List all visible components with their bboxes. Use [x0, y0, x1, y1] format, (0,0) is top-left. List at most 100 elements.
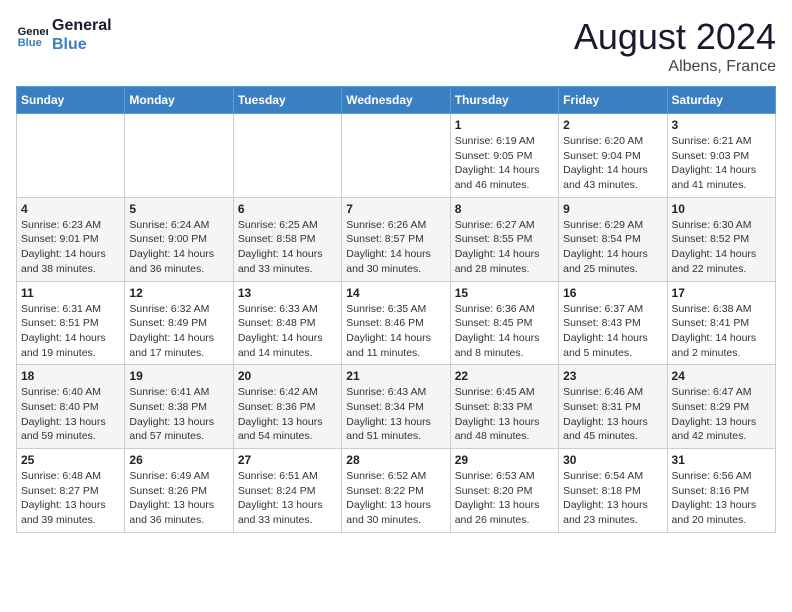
calendar-cell: 28 Sunrise: 6:52 AM Sunset: 8:22 PM Dayli…: [342, 449, 450, 533]
day-number: 29: [455, 453, 554, 467]
calendar-cell: 29Sunrise: 6:53 AM Sunset: 8:20 PM Dayli…: [450, 449, 558, 533]
weekday-header-saturday: Saturday: [667, 87, 775, 114]
day-number: 4: [21, 202, 120, 216]
title-block: August 2024 Albens, France: [574, 16, 776, 76]
day-info: Sunrise: 6:35 AM Sunset: 8:46 PM Dayligh…: [346, 302, 445, 361]
day-number: 22: [455, 369, 554, 383]
day-info: Sunrise: 6:38 AM Sunset: 8:41 PM Dayligh…: [672, 302, 771, 361]
day-info: Sunrise: 6:49 AM Sunset: 8:26 PM Dayligh…: [129, 469, 228, 528]
day-number: 20: [238, 369, 337, 383]
day-info: Sunrise: 6:41 AM Sunset: 8:38 PM Dayligh…: [129, 385, 228, 444]
calendar-cell: 23 Sunrise: 6:46 AM Sunset: 8:31 PM Dayli…: [559, 365, 667, 449]
day-info: Sunrise: 6:23 AM Sunset: 9:01 PM Dayligh…: [21, 218, 120, 277]
day-number: 26: [129, 453, 228, 467]
calendar-cell: 25Sunrise: 6:48 AM Sunset: 8:27 PM Dayli…: [17, 449, 125, 533]
calendar-cell: 9 Sunrise: 6:29 AM Sunset: 8:54 PM Daylig…: [559, 197, 667, 281]
calendar-cell: 31Sunrise: 6:56 AM Sunset: 8:16 PM Dayli…: [667, 449, 775, 533]
day-number: 18: [21, 369, 120, 383]
calendar-cell: 5Sunrise: 6:24 AM Sunset: 9:00 PM Daylig…: [125, 197, 233, 281]
calendar-cell: 12 Sunrise: 6:32 AM Sunset: 8:49 PM Dayli…: [125, 281, 233, 365]
day-number: 12: [129, 286, 228, 300]
calendar-cell: [125, 114, 233, 198]
day-number: 27: [238, 453, 337, 467]
day-info: Sunrise: 6:30 AM Sunset: 8:52 PM Dayligh…: [672, 218, 771, 277]
day-info: Sunrise: 6:29 AM Sunset: 8:54 PM Dayligh…: [563, 218, 662, 277]
day-number: 7: [346, 202, 445, 216]
day-number: 9: [563, 202, 662, 216]
day-info: Sunrise: 6:43 AM Sunset: 8:34 PM Dayligh…: [346, 385, 445, 444]
day-info: Sunrise: 6:19 AM Sunset: 9:05 PM Dayligh…: [455, 134, 554, 193]
calendar-cell: 18 Sunrise: 6:40 AM Sunset: 8:40 PM Dayli…: [17, 365, 125, 449]
day-info: Sunrise: 6:51 AM Sunset: 8:24 PM Dayligh…: [238, 469, 337, 528]
day-number: 8: [455, 202, 554, 216]
calendar-header-row: SundayMondayTuesdayWednesdayThursdayFrid…: [17, 87, 776, 114]
day-info: Sunrise: 6:54 AM Sunset: 8:18 PM Dayligh…: [563, 469, 662, 528]
logo: General Blue General Blue: [16, 16, 112, 54]
day-number: 3: [672, 118, 771, 132]
calendar-cell: 8 Sunrise: 6:27 AM Sunset: 8:55 PM Daylig…: [450, 197, 558, 281]
calendar-cell: 16Sunrise: 6:37 AM Sunset: 8:43 PM Dayli…: [559, 281, 667, 365]
calendar-week-row: 4 Sunrise: 6:23 AM Sunset: 9:01 PM Daylig…: [17, 197, 776, 281]
calendar-cell: [233, 114, 341, 198]
day-info: Sunrise: 6:46 AM Sunset: 8:31 PM Dayligh…: [563, 385, 662, 444]
calendar-cell: 22 Sunrise: 6:45 AM Sunset: 8:33 PM Dayli…: [450, 365, 558, 449]
weekday-header-sunday: Sunday: [17, 87, 125, 114]
calendar-week-row: 1Sunrise: 6:19 AM Sunset: 9:05 PM Daylig…: [17, 114, 776, 198]
day-info: Sunrise: 6:27 AM Sunset: 8:55 PM Dayligh…: [455, 218, 554, 277]
day-info: Sunrise: 6:52 AM Sunset: 8:22 PM Dayligh…: [346, 469, 445, 528]
day-info: Sunrise: 6:40 AM Sunset: 8:40 PM Dayligh…: [21, 385, 120, 444]
calendar-cell: 21 Sunrise: 6:43 AM Sunset: 8:34 PM Dayli…: [342, 365, 450, 449]
calendar-week-row: 25Sunrise: 6:48 AM Sunset: 8:27 PM Dayli…: [17, 449, 776, 533]
day-number: 21: [346, 369, 445, 383]
day-info: Sunrise: 6:26 AM Sunset: 8:57 PM Dayligh…: [346, 218, 445, 277]
calendar-cell: [17, 114, 125, 198]
day-info: Sunrise: 6:31 AM Sunset: 8:51 PM Dayligh…: [21, 302, 120, 361]
svg-text:Blue: Blue: [18, 37, 42, 49]
day-number: 23: [563, 369, 662, 383]
calendar-cell: [342, 114, 450, 198]
svg-text:General: General: [18, 26, 48, 38]
calendar-cell: 11Sunrise: 6:31 AM Sunset: 8:51 PM Dayli…: [17, 281, 125, 365]
calendar-cell: 14 Sunrise: 6:35 AM Sunset: 8:46 PM Dayli…: [342, 281, 450, 365]
calendar-cell: 3Sunrise: 6:21 AM Sunset: 9:03 PM Daylig…: [667, 114, 775, 198]
day-info: Sunrise: 6:32 AM Sunset: 8:49 PM Dayligh…: [129, 302, 228, 361]
calendar-cell: 15Sunrise: 6:36 AM Sunset: 8:45 PM Dayli…: [450, 281, 558, 365]
calendar-cell: 30 Sunrise: 6:54 AM Sunset: 8:18 PM Dayli…: [559, 449, 667, 533]
day-number: 14: [346, 286, 445, 300]
calendar-cell: 19 Sunrise: 6:41 AM Sunset: 8:38 PM Dayli…: [125, 365, 233, 449]
day-number: 2: [563, 118, 662, 132]
calendar-cell: 1Sunrise: 6:19 AM Sunset: 9:05 PM Daylig…: [450, 114, 558, 198]
day-number: 15: [455, 286, 554, 300]
day-number: 24: [672, 369, 771, 383]
day-info: Sunrise: 6:24 AM Sunset: 9:00 PM Dayligh…: [129, 218, 228, 277]
day-info: Sunrise: 6:45 AM Sunset: 8:33 PM Dayligh…: [455, 385, 554, 444]
page-header: General Blue General Blue August 2024 Al…: [16, 16, 776, 76]
day-number: 13: [238, 286, 337, 300]
day-number: 16: [563, 286, 662, 300]
location-subtitle: Albens, France: [574, 58, 776, 76]
day-info: Sunrise: 6:56 AM Sunset: 8:16 PM Dayligh…: [672, 469, 771, 528]
calendar-cell: 4 Sunrise: 6:23 AM Sunset: 9:01 PM Daylig…: [17, 197, 125, 281]
day-number: 30: [563, 453, 662, 467]
day-info: Sunrise: 6:42 AM Sunset: 8:36 PM Dayligh…: [238, 385, 337, 444]
day-number: 17: [672, 286, 771, 300]
weekday-header-tuesday: Tuesday: [233, 87, 341, 114]
day-number: 19: [129, 369, 228, 383]
calendar-cell: 2 Sunrise: 6:20 AM Sunset: 9:04 PM Daylig…: [559, 114, 667, 198]
day-number: 10: [672, 202, 771, 216]
calendar-cell: 7 Sunrise: 6:26 AM Sunset: 8:57 PM Daylig…: [342, 197, 450, 281]
day-info: Sunrise: 6:20 AM Sunset: 9:04 PM Dayligh…: [563, 134, 662, 193]
calendar-cell: 17 Sunrise: 6:38 AM Sunset: 8:41 PM Dayli…: [667, 281, 775, 365]
logo-text-general: General: [52, 16, 112, 35]
month-year-title: August 2024: [574, 16, 776, 58]
day-number: 28: [346, 453, 445, 467]
calendar-cell: 26 Sunrise: 6:49 AM Sunset: 8:26 PM Dayli…: [125, 449, 233, 533]
weekday-header-friday: Friday: [559, 87, 667, 114]
calendar-cell: 20 Sunrise: 6:42 AM Sunset: 8:36 PM Dayli…: [233, 365, 341, 449]
day-info: Sunrise: 6:33 AM Sunset: 8:48 PM Dayligh…: [238, 302, 337, 361]
calendar-cell: 10 Sunrise: 6:30 AM Sunset: 8:52 PM Dayli…: [667, 197, 775, 281]
day-info: Sunrise: 6:48 AM Sunset: 8:27 PM Dayligh…: [21, 469, 120, 528]
day-info: Sunrise: 6:25 AM Sunset: 8:58 PM Dayligh…: [238, 218, 337, 277]
day-info: Sunrise: 6:47 AM Sunset: 8:29 PM Dayligh…: [672, 385, 771, 444]
calendar-week-row: 11Sunrise: 6:31 AM Sunset: 8:51 PM Dayli…: [17, 281, 776, 365]
